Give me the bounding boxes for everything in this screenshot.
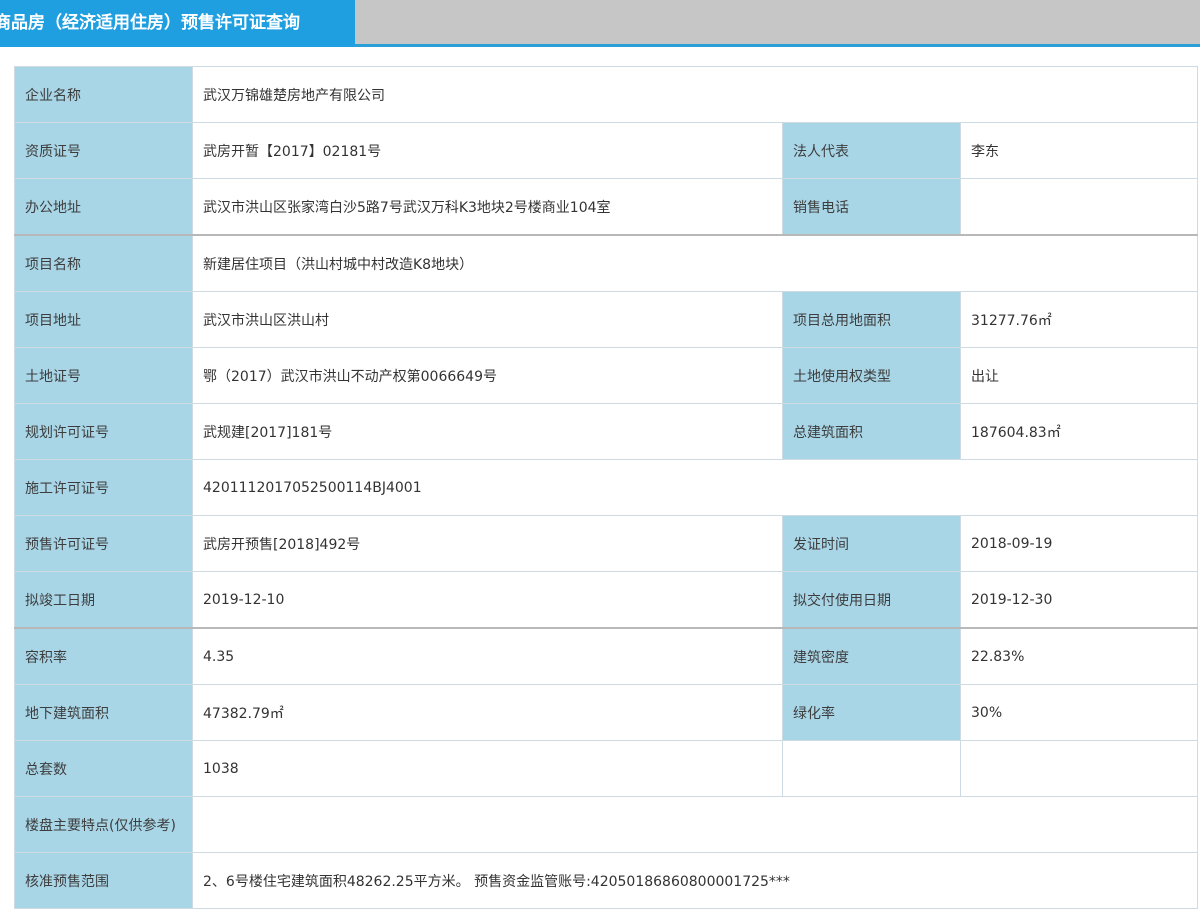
value-land-use-type: 出让 (959, 347, 1199, 404)
tab-presale-permit-query[interactable]: 商品房（经济适用住房）预售许可证查询 (0, 0, 355, 47)
value-underground-area: 47382.79㎡ (192, 684, 783, 741)
table-row: 资质证号 武房开暂【2017】02181号 法人代表 李东 (14, 122, 1199, 179)
table-row: 施工许可证号 4201112017052500114BJ4001 (14, 459, 1199, 516)
value-construction-permit-no: 4201112017052500114BJ4001 (191, 459, 1199, 516)
empty-cell (959, 740, 1199, 797)
label-presale-permit-no: 预售许可证号 (14, 515, 193, 572)
value-greening-rate: 30% (959, 684, 1199, 741)
label-total-units: 总套数 (14, 740, 193, 797)
label-land-cert-no: 土地证号 (14, 347, 193, 404)
value-planned-completion-date: 2019-12-10 (192, 571, 783, 629)
value-planning-permit-no: 武规建[2017]181号 (192, 403, 783, 460)
value-total-units: 1038 (192, 740, 783, 797)
table-row: 楼盘主要特点(仅供参考) (14, 796, 1199, 853)
value-project-address: 武汉市洪山区洪山村 (192, 291, 783, 348)
value-qualification-no: 武房开暂【2017】02181号 (192, 122, 783, 179)
label-project-address: 项目地址 (14, 291, 193, 348)
value-project-name: 新建居住项目（洪山村城中村改造K8地块） (191, 234, 1199, 292)
label-land-use-type: 土地使用权类型 (782, 347, 961, 404)
value-legal-representative: 李东 (959, 122, 1199, 179)
label-total-land-area: 项目总用地面积 (782, 291, 961, 348)
table-row: 企业名称 武汉万锦雄楚房地产有限公司 (14, 66, 1199, 123)
label-project-features: 楼盘主要特点(仅供参考) (14, 796, 193, 853)
label-planned-completion-date: 拟竣工日期 (14, 571, 193, 629)
label-planned-delivery-date: 拟交付使用日期 (782, 571, 961, 629)
value-issue-date: 2018-09-19 (959, 515, 1199, 572)
table-row: 项目地址 武汉市洪山区洪山村 项目总用地面积 31277.76㎡ (14, 291, 1199, 348)
label-construction-permit-no: 施工许可证号 (14, 459, 193, 516)
table-row: 办公地址 武汉市洪山区张家湾白沙5路7号武汉万科K3地块2号楼商业104室 销售… (14, 178, 1199, 236)
value-approved-presale-scope: 2、6号楼住宅建筑面积48262.25平方米。 预售资金监管账号:4205018… (191, 852, 1199, 909)
label-company-name: 企业名称 (14, 66, 193, 123)
label-planning-permit-no: 规划许可证号 (14, 403, 193, 460)
label-qualification-no: 资质证号 (14, 122, 193, 179)
permit-info-table: 企业名称 武汉万锦雄楚房地产有限公司 资质证号 武房开暂【2017】02181号… (14, 66, 1199, 909)
label-total-floor-area: 总建筑面积 (782, 403, 961, 460)
table-row: 预售许可证号 武房开预售[2018]492号 发证时间 2018-09-19 (14, 515, 1199, 572)
label-legal-representative: 法人代表 (782, 122, 961, 179)
label-issue-date: 发证时间 (782, 515, 961, 572)
table-row: 核准预售范围 2、6号楼住宅建筑面积48262.25平方米。 预售资金监管账号:… (14, 852, 1199, 909)
table-row: 拟竣工日期 2019-12-10 拟交付使用日期 2019-12-30 (14, 571, 1199, 629)
value-land-cert-no: 鄂（2017）武汉市洪山不动产权第0066649号 (192, 347, 783, 404)
value-sales-phone (959, 178, 1199, 236)
table-row: 项目名称 新建居住项目（洪山村城中村改造K8地块） (14, 234, 1199, 292)
label-approved-presale-scope: 核准预售范围 (14, 852, 193, 909)
value-presale-permit-no: 武房开预售[2018]492号 (192, 515, 783, 572)
value-company-name: 武汉万锦雄楚房地产有限公司 (191, 66, 1199, 123)
table-row: 容积率 4.35 建筑密度 22.83% (14, 627, 1199, 685)
table-row: 规划许可证号 武规建[2017]181号 总建筑面积 187604.83㎡ (14, 403, 1199, 460)
label-building-density: 建筑密度 (782, 627, 961, 685)
tab-bar-empty (355, 0, 1200, 44)
label-underground-area: 地下建筑面积 (14, 684, 193, 741)
label-plot-ratio: 容积率 (14, 627, 193, 685)
value-office-address: 武汉市洪山区张家湾白沙5路7号武汉万科K3地块2号楼商业104室 (192, 178, 783, 236)
table-row: 土地证号 鄂（2017）武汉市洪山不动产权第0066649号 土地使用权类型 出… (14, 347, 1199, 404)
empty-cell (782, 740, 961, 797)
label-office-address: 办公地址 (14, 178, 193, 236)
table-row: 总套数 1038 (14, 740, 1199, 797)
tab-bar: 商品房（经济适用住房）预售许可证查询 (0, 0, 1200, 47)
label-project-name: 项目名称 (14, 234, 193, 292)
value-project-features (191, 796, 1199, 853)
value-plot-ratio: 4.35 (192, 627, 783, 685)
value-planned-delivery-date: 2019-12-30 (959, 571, 1199, 629)
table-row: 地下建筑面积 47382.79㎡ 绿化率 30% (14, 684, 1199, 741)
label-greening-rate: 绿化率 (782, 684, 961, 741)
label-sales-phone: 销售电话 (782, 178, 961, 236)
value-total-floor-area: 187604.83㎡ (959, 403, 1199, 460)
value-building-density: 22.83% (959, 627, 1199, 685)
value-total-land-area: 31277.76㎡ (959, 291, 1199, 348)
